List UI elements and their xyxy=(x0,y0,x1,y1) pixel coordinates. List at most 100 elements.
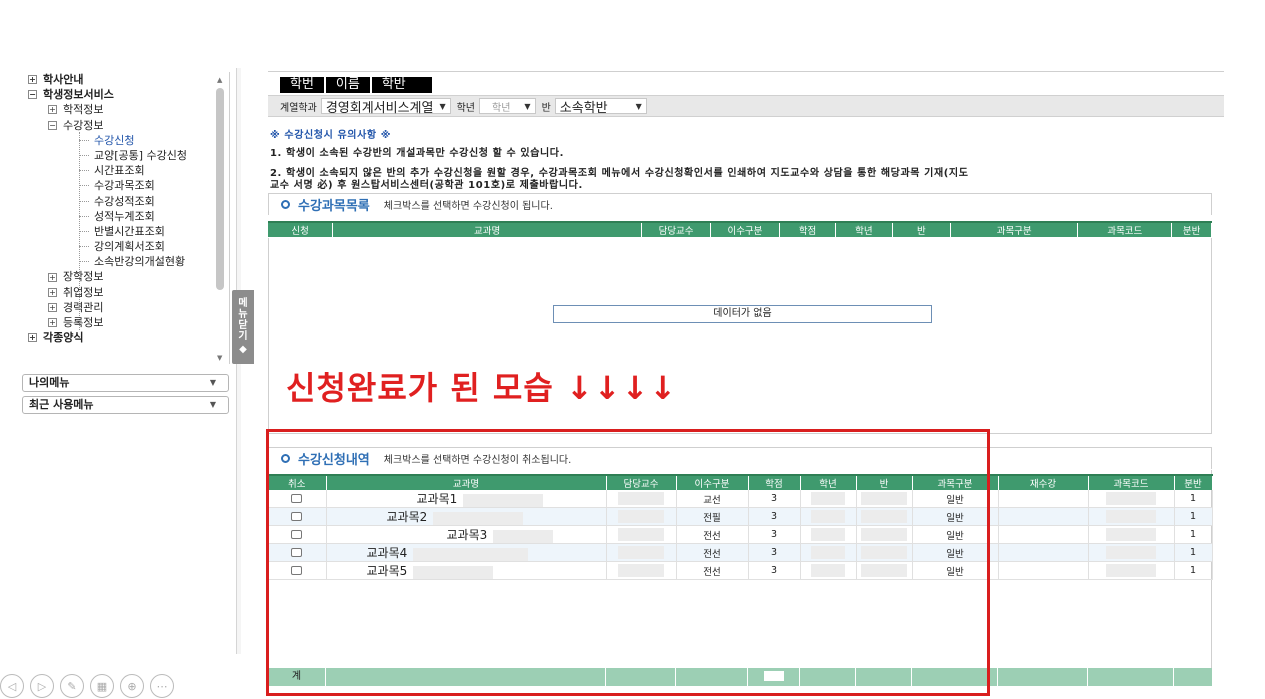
table-row[interactable]: 교과목5 전선 3 일반 1 xyxy=(268,561,1213,580)
column-header[interactable]: 이수구분 xyxy=(710,221,780,237)
expand-icon[interactable]: + xyxy=(28,333,37,343)
sidebar-item[interactable]: 수강신청 xyxy=(22,133,229,148)
student-no-label: 학번 xyxy=(280,77,326,93)
cancel-cell xyxy=(268,525,327,544)
cancel-checkbox[interactable] xyxy=(291,548,303,557)
sidebar-item-label: 성적누계조회 xyxy=(94,209,155,223)
table-row[interactable]: 교과목2 전필 3 일반 1 xyxy=(268,507,1213,526)
expand-icon[interactable]: + xyxy=(28,75,37,85)
expand-icon[interactable]: + xyxy=(48,318,57,328)
notice-line-1: 1. 학생이 소속된 수강반의 개설과목만 수강신청 할 수 있습니다. xyxy=(270,148,565,159)
sidebar-item-label: 강의계획서조회 xyxy=(94,240,165,254)
sidebar-item[interactable]: 수강과목조회 xyxy=(22,178,229,193)
enrolled-hint: 체크박스를 선택하면 수강신청이 취소됩니다. xyxy=(383,455,572,466)
column-header[interactable]: 반 xyxy=(856,474,913,490)
retake-cell xyxy=(998,561,1089,580)
table-row[interactable]: 교과목1 교선 3 일반 1 xyxy=(268,490,1213,508)
cancel-checkbox[interactable] xyxy=(291,494,303,503)
column-header[interactable]: 학년 xyxy=(800,474,857,490)
sidebar-item[interactable]: + 장학정보 xyxy=(22,269,229,284)
chevron-down-icon[interactable]: ▼ xyxy=(210,375,216,391)
chevron-down-icon[interactable]: ▼ xyxy=(210,397,216,413)
scroll-thumb[interactable] xyxy=(216,88,224,290)
more-icon[interactable]: ⋯ xyxy=(150,674,174,698)
sidebar-item[interactable]: 교양[공통] 수강신청 xyxy=(22,148,229,163)
arrow-left-icon: ◆ xyxy=(239,344,247,355)
column-header[interactable]: 이수구분 xyxy=(676,474,749,490)
sidebar-item[interactable]: + 경력관리 xyxy=(22,300,229,315)
sidebar-item[interactable]: 시간표조회 xyxy=(22,163,229,178)
total-label: 계 xyxy=(268,668,326,686)
column-header[interactable]: 분반 xyxy=(1171,221,1212,237)
grade-select[interactable]: 학년 ▼ xyxy=(479,98,536,114)
sidebar-item[interactable]: 수강성적조회 xyxy=(22,194,229,209)
cancel-checkbox[interactable] xyxy=(291,512,303,521)
recent-menu-panel[interactable]: 최근 사용메뉴 ▼ xyxy=(22,396,229,414)
scroll-down-icon[interactable]: ▼ xyxy=(217,354,222,362)
scroll-up-icon[interactable]: ▲ xyxy=(217,76,222,84)
sidebar-item[interactable]: 강의계획서조회 xyxy=(22,239,229,254)
course-list-table: 신청 교과명 담당교수 이수구분 학점 학년 반 과목구분 과목코드 분반 xyxy=(268,221,1212,237)
sidebar-item[interactable]: − 수강정보 xyxy=(22,118,229,133)
sidebar-item[interactable]: + 취업정보 xyxy=(22,285,229,300)
column-header[interactable]: 담당교수 xyxy=(641,221,711,237)
column-header[interactable]: 과목구분 xyxy=(912,474,999,490)
column-header[interactable]: 학점 xyxy=(748,474,801,490)
column-header[interactable]: 학점 xyxy=(779,221,837,237)
table-row[interactable]: 교과목4 전선 3 일반 1 xyxy=(268,543,1213,562)
professor-cell xyxy=(606,543,677,562)
column-header[interactable]: 학년 xyxy=(835,221,893,237)
prev-slide-icon[interactable]: ◁ xyxy=(0,674,24,698)
expand-icon[interactable]: + xyxy=(48,105,57,115)
column-header[interactable]: 재수강 xyxy=(998,474,1089,490)
sidebar-item[interactable]: 반별시간표조회 xyxy=(22,224,229,239)
column-header[interactable]: 신청 xyxy=(268,221,334,237)
dept-select[interactable]: 경영회계서비스계열 ▼ xyxy=(320,98,451,116)
class-select[interactable]: 소속학반 ▼ xyxy=(554,98,647,116)
column-header[interactable]: 교과명 xyxy=(326,474,607,490)
pen-icon[interactable]: ✎ xyxy=(60,674,84,698)
sidebar-item[interactable]: + 학적정보 xyxy=(22,102,229,117)
column-header[interactable]: 취소 xyxy=(268,474,327,490)
expand-icon[interactable]: + xyxy=(48,302,57,312)
column-header[interactable]: 분반 xyxy=(1174,474,1213,490)
cancel-checkbox[interactable] xyxy=(291,530,303,539)
main-top-border xyxy=(268,71,1224,72)
sidebar-item-label: 각종양식 xyxy=(43,331,84,345)
sidebar-item[interactable]: 성적누계조회 xyxy=(22,209,229,224)
column-header[interactable]: 반 xyxy=(892,221,952,237)
sidebar-item[interactable]: 소속반강의개설현황 xyxy=(22,254,229,269)
sidebar-item-label: 수강정보 xyxy=(63,118,104,132)
column-header[interactable]: 과목코드 xyxy=(1077,221,1173,237)
professor-cell xyxy=(606,507,677,526)
column-header[interactable]: 과목구분 xyxy=(950,221,1079,237)
menu-close-button[interactable]: 메뉴닫기 ◆ xyxy=(232,290,254,364)
grade-cell xyxy=(800,525,857,544)
course-name-cell: 교과목1 xyxy=(326,490,607,508)
course-type: 교선 xyxy=(676,490,749,508)
sidebar-item[interactable]: + 각종양식 xyxy=(22,330,229,345)
class-cell xyxy=(856,525,913,544)
sidebar-scrollbar[interactable]: ▲ ▼ xyxy=(214,76,228,362)
column-header[interactable]: 담당교수 xyxy=(606,474,677,490)
slides-icon[interactable]: ▦ xyxy=(90,674,114,698)
next-slide-icon[interactable]: ▷ xyxy=(30,674,54,698)
expand-icon[interactable]: + xyxy=(48,287,57,297)
cancel-checkbox[interactable] xyxy=(291,566,303,575)
grade-cell xyxy=(800,490,857,508)
expand-icon[interactable]: + xyxy=(48,272,57,282)
table-row[interactable]: 교과목3 전선 3 일반 1 xyxy=(268,525,1213,544)
sidebar-item[interactable]: + 학사안내 xyxy=(22,72,229,87)
sidebar-item[interactable]: − 학생정보서비스 xyxy=(22,87,229,102)
enrolled-title: 수강신청내역 xyxy=(298,453,370,468)
course-code-cell xyxy=(1088,490,1175,508)
collapse-icon[interactable]: − xyxy=(28,90,37,100)
zoom-icon[interactable]: ⊕ xyxy=(120,674,144,698)
column-header[interactable]: 과목코드 xyxy=(1088,474,1175,490)
column-header[interactable]: 교과명 xyxy=(332,221,643,237)
collapse-icon[interactable]: − xyxy=(48,120,57,130)
course-category: 일반 xyxy=(912,543,999,562)
my-menu-panel[interactable]: 나의메뉴 ▼ xyxy=(22,374,229,392)
retake-cell xyxy=(998,507,1089,526)
sidebar-item[interactable]: + 등록정보 xyxy=(22,315,229,330)
